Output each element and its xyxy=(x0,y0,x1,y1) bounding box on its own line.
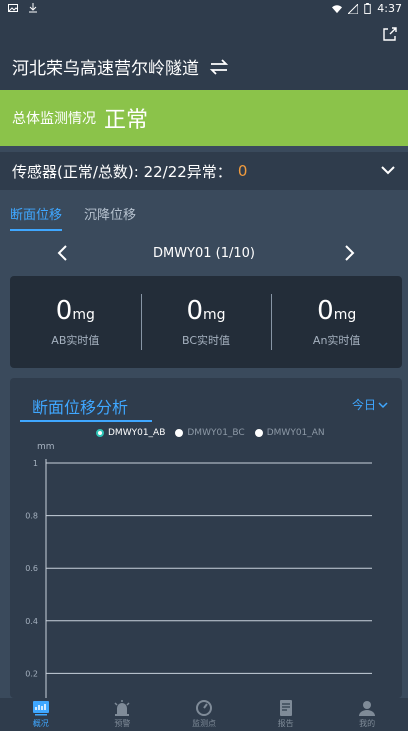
nav-profile[interactable]: 我的 xyxy=(326,698,408,731)
nav-report[interactable]: 报告 xyxy=(245,698,327,731)
nav-label-monitor-points: 监测点 xyxy=(191,719,216,728)
y-tick-label-1: 0.8 xyxy=(25,512,38,521)
nav-label-overview: 概况 xyxy=(32,719,49,728)
nav-alarm[interactable]: 预警 xyxy=(82,698,164,731)
alarm-icon xyxy=(114,700,130,716)
nav-monitor-points[interactable]: 监测点 xyxy=(163,698,245,731)
user-icon xyxy=(359,701,376,716)
nav-overview[interactable]: 概况 xyxy=(0,698,82,731)
nav-label-alarm: 预警 xyxy=(114,719,131,728)
nav-label-profile: 我的 xyxy=(359,719,376,728)
y-tick-label-4: 0.2 xyxy=(25,669,38,678)
y-tick-label-3: 0.4 xyxy=(25,617,38,626)
displacement-chart: mm 1 0.8 0.6 0.4 0.2 xyxy=(25,442,372,698)
gauge-icon xyxy=(195,700,212,716)
report-icon xyxy=(279,700,292,716)
y-axis-unit: mm xyxy=(37,442,55,452)
chart-icon xyxy=(32,701,49,716)
y-tick-label-0: 1 xyxy=(33,459,38,468)
y-tick-label-2: 0.6 xyxy=(25,564,38,573)
bottom-navigation: 概况 预警 监测点 报告 我的 xyxy=(0,698,408,731)
nav-label-report: 报告 xyxy=(277,719,294,728)
